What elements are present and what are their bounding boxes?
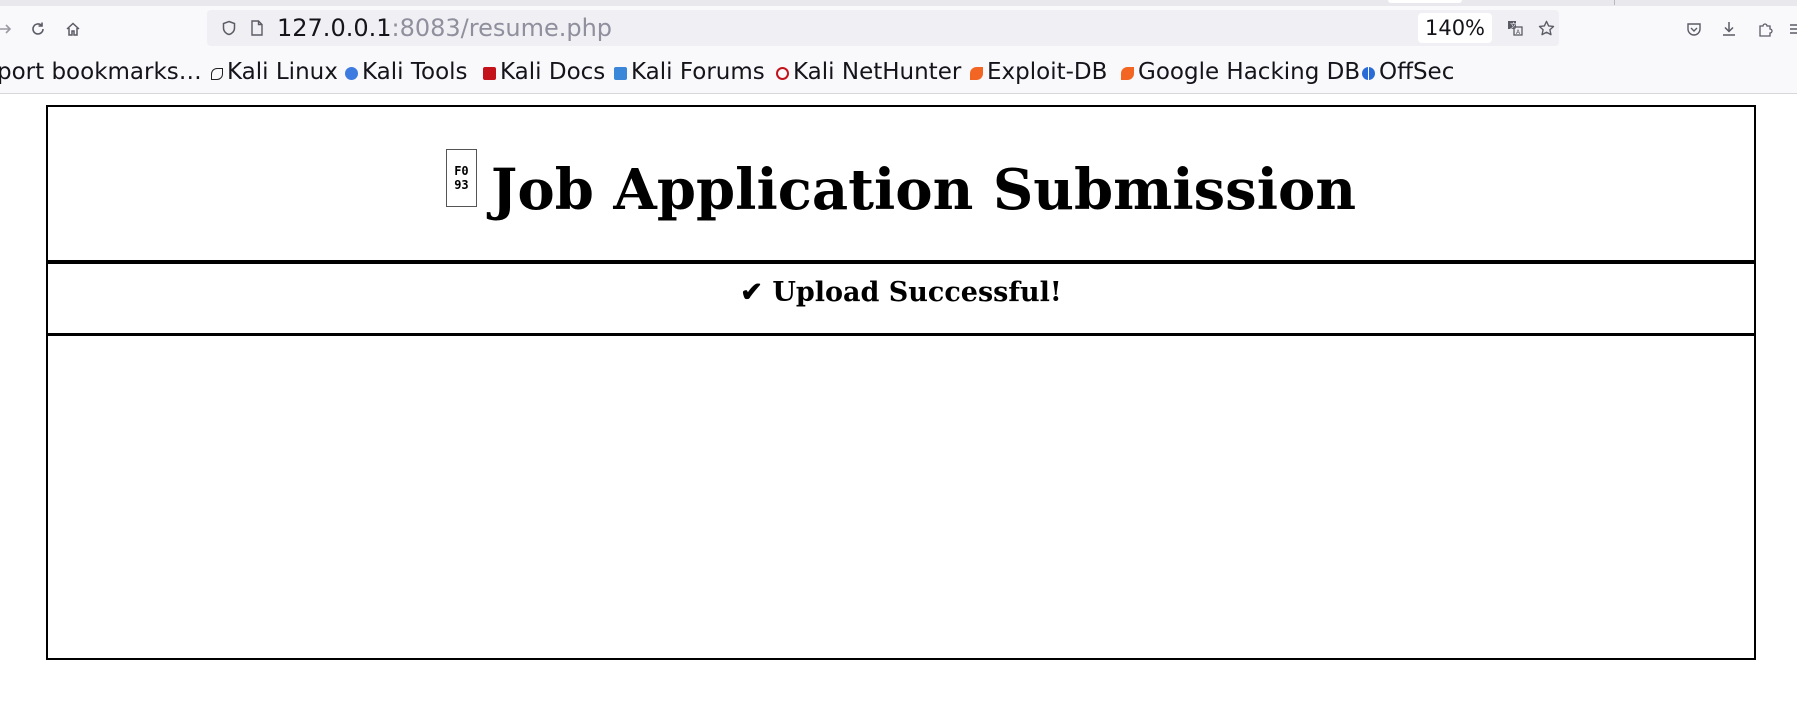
offsec-icon: [1362, 67, 1375, 80]
url-host: 127.0.0.1: [277, 14, 392, 42]
url-text[interactable]: 127.0.0.1:8083/resume.php: [277, 10, 612, 46]
bookmarks-toolbar: port bookmarks… Kali Linux Kali Tools Ka…: [0, 56, 1797, 88]
downloads-button[interactable]: [1714, 14, 1744, 44]
application-panel: F0 93 Job Application Submission ✔ Upload…: [46, 105, 1756, 660]
bookmark-exploit-db[interactable]: Exploit-DB: [970, 56, 1107, 88]
download-icon: [1723, 22, 1735, 36]
bookmark-label: Google Hacking DB: [1138, 59, 1361, 85]
bookmark-kali-tools[interactable]: Kali Tools: [345, 56, 468, 88]
menu-icon: [1790, 24, 1797, 34]
reload-icon: [32, 22, 44, 35]
bookmark-label: Kali Linux: [227, 59, 338, 85]
bookmark-kali-docs[interactable]: Kali Docs: [483, 56, 605, 88]
translate-button[interactable]: 文A: [1500, 10, 1530, 46]
missing-glyph-icon: F0 93: [445, 149, 477, 207]
tab-strip: [0, 0, 1797, 6]
page-title: F0 93 Job Application Submission: [48, 149, 1754, 223]
pocket-icon: [1687, 23, 1701, 36]
bookmark-label: OffSec: [1379, 59, 1455, 85]
page-icon: [251, 20, 263, 36]
active-tab-edge: [1388, 0, 1462, 3]
extensions-icon: [1759, 23, 1773, 37]
exploit-db-icon: [970, 67, 983, 80]
url-path: :8083/resume.php: [391, 14, 613, 42]
address-bar[interactable]: 127.0.0.1:8083/resume.php 140% 文A: [207, 10, 1559, 46]
bookmark-label: Kali Docs: [500, 59, 606, 85]
reload-button[interactable]: [23, 14, 53, 44]
home-icon: [66, 22, 80, 36]
bookmark-google-hacking-db[interactable]: Google Hacking DB: [1121, 56, 1360, 88]
upload-status-message: ✔ Upload Successful!: [48, 275, 1754, 311]
kali-forums-icon: [614, 67, 627, 80]
kali-docs-icon: [483, 67, 496, 80]
ghdb-icon: [1121, 67, 1134, 80]
star-icon: [1538, 20, 1554, 35]
arrow-right-icon: [0, 24, 12, 34]
tab-separator: [1614, 0, 1615, 5]
bookmark-label: Kali Tools: [362, 59, 468, 85]
bookmark-import[interactable]: port bookmarks…: [0, 56, 202, 88]
translate-icon: 文A: [1508, 21, 1523, 36]
forward-button[interactable]: [0, 14, 20, 44]
header-divider: [48, 260, 1754, 264]
bookmark-label: Exploit-DB: [987, 59, 1108, 85]
page-title-text: Job Application Submission: [490, 157, 1357, 223]
browser-toolbar: 127.0.0.1:8083/resume.php 140% 文A port b…: [0, 0, 1797, 94]
kali-dragon-icon: [211, 68, 223, 80]
extensions-button[interactable]: [1750, 14, 1780, 44]
page-header: F0 93 Job Application Submission: [48, 107, 1754, 260]
upload-status-text: Upload Successful!: [772, 277, 1062, 308]
content-area: [48, 336, 1754, 658]
zoom-indicator[interactable]: 140%: [1418, 13, 1492, 43]
home-button[interactable]: [58, 14, 88, 44]
bookmark-offsec[interactable]: OffSec: [1362, 56, 1454, 88]
page-info-button[interactable]: [243, 10, 271, 46]
bookmark-kali-linux[interactable]: Kali Linux: [211, 56, 338, 88]
kali-nethunter-icon: [776, 67, 789, 80]
shield-button[interactable]: [215, 10, 243, 46]
shield-icon: [222, 20, 236, 36]
overflow-menu-button[interactable]: [1782, 14, 1797, 44]
bookmark-label: port bookmarks…: [0, 59, 202, 85]
bookmark-label: Kali NetHunter: [793, 59, 962, 85]
checkmark-icon: ✔: [740, 277, 763, 308]
kali-tools-icon: [345, 67, 358, 80]
bookmark-label: Kali Forums: [631, 59, 765, 85]
bookmark-star-button[interactable]: [1531, 10, 1561, 46]
pocket-button[interactable]: [1679, 14, 1709, 44]
bookmark-kali-nethunter[interactable]: Kali NetHunter: [776, 56, 961, 88]
bookmark-kali-forums[interactable]: Kali Forums: [614, 56, 765, 88]
